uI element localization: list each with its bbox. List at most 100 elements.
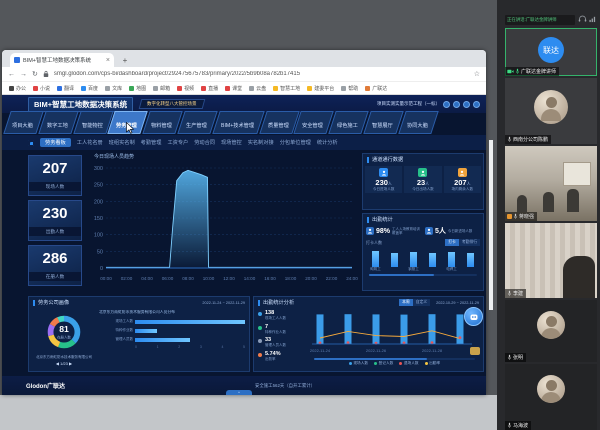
- nav-item-4[interactable]: 物料管理: [142, 111, 182, 134]
- trade-label: [464, 267, 477, 272]
- bookmark-item[interactable]: 视频: [177, 85, 194, 92]
- bookmark-item[interactable]: 文库: [105, 85, 122, 92]
- subnav-item-9[interactable]: 统计分析: [317, 139, 338, 146]
- bookmark-label: 直播: [208, 85, 218, 92]
- subnav-item-5[interactable]: 劳动合同: [194, 139, 215, 146]
- bar-label: 管理人员数: [99, 337, 133, 342]
- bookmark-item[interactable]: 翻译: [57, 85, 74, 92]
- participant-tile-1[interactable]: 西南分公司陈鹏: [505, 78, 597, 144]
- subnav-item-7[interactable]: 实名制对接: [248, 139, 274, 146]
- mouse-cursor-icon: [126, 122, 135, 134]
- nav-item-8[interactable]: 安全管理: [294, 111, 334, 134]
- dashboard-title: BIM+智慧工地数据决策系统: [28, 97, 133, 112]
- kpi-label: 出勤人数: [29, 227, 81, 236]
- bookmark-item[interactable]: 邮箱: [153, 85, 170, 92]
- remain-person-icon: [458, 168, 467, 177]
- subnav-item-4[interactable]: 工资专户: [167, 139, 188, 146]
- more-icon[interactable]: [473, 101, 480, 108]
- company-date-range[interactable]: 2022-11-24 ~ 2022-11-29: [202, 301, 245, 305]
- svg-text:81: 81: [59, 324, 69, 334]
- svg-text:22:00: 22:00: [326, 276, 338, 281]
- mic-icon: [515, 68, 520, 75]
- company-bars-title: 北京东方雨虹防水技术服务有限公司人员分布: [99, 310, 245, 315]
- analysis-date-range[interactable]: 2022-10-29 ~ 2022-11-29: [436, 301, 479, 305]
- headset-icon[interactable]: [578, 15, 587, 23]
- participant-tile-4[interactable]: 张明: [505, 300, 597, 362]
- feedback-button[interactable]: [470, 347, 480, 355]
- mic-icon: [507, 422, 512, 429]
- attendance-toggle-0[interactable]: 打卡: [445, 239, 459, 246]
- subnav-item-0[interactable]: 劳务看板: [40, 138, 71, 147]
- svg-text:100: 100: [94, 233, 103, 239]
- nav-item-2[interactable]: 智能物控: [73, 111, 113, 134]
- meeting-top-bar: 正在讲话:广联达金牌讲师: [497, 15, 600, 27]
- tab-close-icon[interactable]: ×: [106, 57, 110, 64]
- bookmark-item[interactable]: 智慧工地: [273, 85, 300, 92]
- bookmark-item[interactable]: 课堂: [225, 85, 242, 92]
- bookmarks-bar: 办公 小说 翻译 百度 文库 地图 邮箱 视频: [2, 82, 486, 95]
- subnav-item-3[interactable]: 考勤管理: [141, 139, 162, 146]
- forward-icon[interactable]: →: [20, 71, 27, 78]
- user-icon[interactable]: [453, 101, 460, 108]
- bookmark-item[interactable]: 云盘: [249, 85, 266, 92]
- nav-item-11[interactable]: 协同大脑: [398, 111, 438, 134]
- subnav-item-8[interactable]: 分包单位管理: [280, 139, 311, 146]
- stat-label: 出勤率: [265, 357, 306, 362]
- bookmark-item[interactable]: 百度: [81, 85, 98, 92]
- bookmark-label: 建委平台: [314, 85, 334, 92]
- assistant-button[interactable]: [464, 307, 483, 326]
- url-text[interactable]: smgl.glodon.com/cps-bi/dashboard/project…: [54, 71, 469, 77]
- nav-item-9[interactable]: 绿色施工: [328, 111, 368, 134]
- trade-bar-0: 砌筑工: [369, 251, 382, 272]
- host-badge-icon: [507, 214, 512, 219]
- nav-item-6[interactable]: BIM+技术管理: [212, 111, 264, 134]
- dashboard-footer: Glodon广联达 安全施工562天（自开工累计） ^: [2, 376, 486, 395]
- bookmark-label: 小说: [40, 85, 50, 92]
- fullscreen-icon[interactable]: [443, 101, 450, 108]
- bookmark-favicon-icon: [341, 86, 346, 91]
- chart-scrollbar[interactable]: [314, 358, 475, 360]
- trades-scrollbar[interactable]: [369, 274, 477, 276]
- analysis-toggle-0[interactable]: 本周: [399, 299, 413, 306]
- attendance-toggle-1[interactable]: 考勤排行: [459, 239, 480, 246]
- bookmark-item[interactable]: 帮助: [341, 85, 358, 92]
- participant-tile-3[interactable]: 李建: [505, 223, 597, 298]
- participant-tile-2[interactable]: 蒋晓强: [505, 146, 597, 221]
- bookmark-star-icon[interactable]: ☆: [474, 70, 480, 78]
- browser-window: BIM+智慧工地数据决策系统 × + ← → ↻ smgl.glodon.com…: [2, 50, 486, 395]
- analysis-chart: 2022-11-242022-11-262022-11-28 现场人数 登记人数…: [306, 308, 483, 366]
- participant-tile-0[interactable]: 联达 广联达金牌讲师: [505, 28, 597, 76]
- subnav-item-1[interactable]: 工人花名册: [77, 139, 103, 146]
- participant-tile-5[interactable]: 马海波: [505, 364, 597, 430]
- back-icon[interactable]: ←: [8, 71, 15, 78]
- nav-item-10[interactable]: 智慧展厅: [363, 111, 403, 134]
- browser-scrollbar[interactable]: [489, 140, 493, 310]
- footer-collapse-tab[interactable]: ^: [226, 390, 252, 395]
- nav-item-0[interactable]: 项目大脑: [3, 111, 43, 134]
- meeting-icons: [578, 15, 596, 23]
- nav-item-7[interactable]: 质量管理: [259, 111, 299, 134]
- bookmark-item[interactable]: 办公: [9, 85, 26, 92]
- nav-item-1[interactable]: 数字工地: [38, 111, 78, 134]
- bookmark-item[interactable]: 建委平台: [307, 85, 334, 92]
- bookmark-item[interactable]: 小说: [33, 85, 50, 92]
- subnav-item-2[interactable]: 班组实名制: [109, 139, 135, 146]
- browser-tab[interactable]: BIM+智慧工地数据决策系统 ×: [10, 53, 114, 67]
- bookmark-item[interactable]: 广联达: [365, 85, 387, 92]
- reload-icon[interactable]: ↻: [32, 70, 38, 78]
- company-donut: 81 在册人数 北京东方雨虹防水技术服务有限公司 ◀ 1/23 ▶: [32, 309, 96, 366]
- svg-text:250: 250: [94, 183, 103, 189]
- analysis-toggle-1[interactable]: 自定义: [413, 299, 430, 306]
- dashboard-banner-text: 数字化转型八大管控场景: [147, 101, 197, 107]
- robot-icon: [469, 312, 479, 322]
- gate-tiles: 230人 今日进场人数 23人 今日出场人数 207人 场内剩余人数: [363, 165, 483, 194]
- new-tab-button[interactable]: +: [120, 55, 130, 65]
- settings-icon[interactable]: [463, 101, 470, 108]
- bookmark-item[interactable]: 地图: [129, 85, 146, 92]
- trade-label: 砌筑工: [369, 267, 382, 272]
- bookmark-item[interactable]: 直播: [201, 85, 218, 92]
- bar-label: 特种作业数: [99, 328, 133, 333]
- subnav-item-6[interactable]: 现场管控: [221, 139, 242, 146]
- company-pager[interactable]: ◀ 1/23 ▶: [32, 361, 96, 366]
- nav-item-5[interactable]: 生产管理: [177, 111, 217, 134]
